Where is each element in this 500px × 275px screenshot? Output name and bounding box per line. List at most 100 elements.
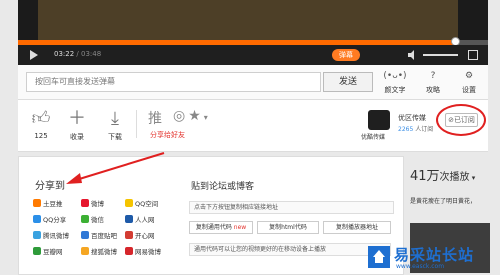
copy-general-label: 复制通用代码: [195, 224, 232, 231]
push-button[interactable]: 推: [148, 108, 162, 128]
download-icon: ⤓: [111, 108, 119, 129]
favorite-button[interactable]: ＋ 收录: [62, 106, 92, 142]
share-item-label: QQ分享: [43, 216, 67, 224]
tudou-icon: [33, 199, 41, 207]
share-item-label: 搜狐微博: [91, 248, 117, 256]
play-count-number: 41万: [410, 169, 440, 184]
share-item-label: 微博: [91, 200, 104, 208]
share-icons[interactable]: ◎★▾: [173, 108, 211, 124]
help-icon: ?: [430, 71, 436, 81]
danmaku-toggle[interactable]: 弹幕: [332, 49, 360, 61]
kaixin-icon: [125, 231, 133, 239]
time-total: / 03:48: [76, 50, 102, 58]
video-image: [38, 0, 458, 40]
star-icon[interactable]: ★: [188, 108, 204, 124]
danmaku-input[interactable]: 按回车可直接发送弹幕: [26, 72, 321, 92]
volume-slider[interactable]: [423, 54, 458, 56]
download-label: 下载: [108, 133, 122, 141]
copy-general-code-button[interactable]: 复制通用代码 new: [189, 221, 253, 234]
share-wechat[interactable]: 微信: [81, 215, 104, 225]
time-display: 03:22 / 03:48: [54, 50, 101, 58]
house-icon: [373, 250, 385, 257]
like-button[interactable]: 👍︎ 125: [26, 106, 56, 140]
action-bar: 👍︎ 125 ＋ 收录 ⤓ 下载 推 ◎★▾ 分享给好友 优酷传媒 优区传媒 2…: [18, 100, 488, 152]
share-weibo[interactable]: 微博: [81, 199, 104, 209]
share-item-label: 人人网: [135, 216, 155, 224]
download-button[interactable]: ⤓ 下载: [100, 106, 130, 142]
settings-button[interactable]: ⚙ 设置: [454, 69, 484, 95]
play-icon[interactable]: [30, 50, 38, 60]
watermark-url: www.easck.com: [396, 263, 445, 270]
share-item-label: 土豆推: [43, 200, 63, 208]
link-hint-field[interactable]: 点击下方按钮复制相应链接地址: [189, 201, 394, 214]
house-base: [375, 257, 383, 263]
guide-label: 攻略: [426, 86, 440, 94]
play-count-suffix: 次播放: [439, 172, 470, 183]
video-description: 是黄花瘦在了明日黄花，: [410, 198, 477, 205]
time-current: 03:22: [54, 50, 75, 58]
guide-button[interactable]: ? 攻略: [418, 69, 448, 95]
sohu-weibo-icon: [81, 247, 89, 255]
thumbs-up-icon: 👍︎: [31, 108, 51, 129]
share-item-label: 网易微博: [135, 248, 161, 256]
chevron-down-icon[interactable]: ▾: [204, 113, 211, 122]
gear-icon: ⚙: [464, 71, 474, 81]
tencent-weibo-icon: [33, 231, 41, 239]
subscriber-suffix: 人订阅: [415, 126, 434, 133]
share-tieba[interactable]: 百度贴吧: [81, 231, 117, 241]
player-controls: 03:22 / 03:48 弹幕: [18, 45, 488, 65]
new-badge: new: [233, 224, 247, 231]
send-button[interactable]: 发送: [323, 72, 373, 92]
share-item-label: 开心网: [135, 232, 155, 240]
forum-title: 贴到论坛或博客: [191, 182, 255, 192]
share-qzone[interactable]: QQ空间: [125, 199, 158, 209]
share-item-label: QQ空间: [135, 200, 159, 208]
video-frame[interactable]: [18, 0, 488, 40]
emoticon-label: 颜文字: [384, 86, 406, 94]
highlight-circle: [436, 104, 486, 136]
emoticon-icon: (•ᴗ•): [383, 71, 407, 81]
general-code-note-field[interactable]: 通用代码可以让您的视频更好的在移动设备上播放: [189, 243, 391, 256]
tieba-icon: [81, 231, 89, 239]
share-to-friends-link[interactable]: 分享给好友: [150, 130, 185, 140]
emoticon-button[interactable]: (•ᴗ•) 颜文字: [380, 69, 410, 95]
qq-icon: [33, 215, 41, 223]
share-tudou[interactable]: 土豆推: [33, 199, 63, 209]
play-count: 41万次播放 ▾: [410, 165, 475, 184]
share-item-label: 豆瓣网: [43, 248, 63, 256]
favorite-label: 收录: [70, 133, 84, 141]
subscriber-count: 2265 人订阅: [398, 124, 433, 133]
settings-label: 设置: [462, 86, 476, 94]
share-sohu-weibo[interactable]: 搜狐微博: [81, 247, 117, 257]
renren-icon: [125, 215, 133, 223]
copy-player-address-button[interactable]: 复制播放器地址: [323, 221, 391, 234]
share-item-label: 微信: [91, 216, 104, 224]
netease-weibo-icon: [125, 247, 133, 255]
share-netease-weibo[interactable]: 网易微博: [125, 247, 161, 257]
wechat-icon: [81, 215, 89, 223]
fullscreen-icon[interactable]: [468, 50, 478, 60]
copy-html-button[interactable]: 复制html代码: [257, 221, 319, 234]
share-renren[interactable]: 人人网: [125, 215, 155, 225]
uploader-name[interactable]: 优区传媒: [398, 113, 426, 123]
letterbox-right: [458, 0, 488, 40]
douban-icon: [33, 247, 41, 255]
share-douban[interactable]: 豆瓣网: [33, 247, 63, 257]
like-count: 125: [34, 132, 48, 140]
uploader-avatar-label: 优酷传媒: [361, 134, 386, 141]
share-tencent-weibo[interactable]: 腾讯微博: [33, 231, 69, 241]
letterbox-left: [18, 0, 38, 40]
volume-icon[interactable]: [408, 50, 418, 60]
qzone-icon: [125, 199, 133, 207]
weibo-icon[interactable]: ◎: [173, 108, 188, 124]
share-item-label: 百度贴吧: [91, 232, 117, 240]
share-qq[interactable]: QQ分享: [33, 215, 66, 225]
chevron-down-icon[interactable]: ▾: [470, 174, 476, 182]
subscriber-number: 2265: [398, 126, 414, 133]
share-kaixin[interactable]: 开心网: [125, 231, 155, 241]
uploader-avatar[interactable]: [368, 110, 390, 130]
divider: [136, 110, 137, 138]
red-arrow-annotation: [66, 152, 165, 184]
plus-icon: ＋: [68, 108, 86, 129]
share-item-label: 腾讯微博: [43, 232, 69, 240]
